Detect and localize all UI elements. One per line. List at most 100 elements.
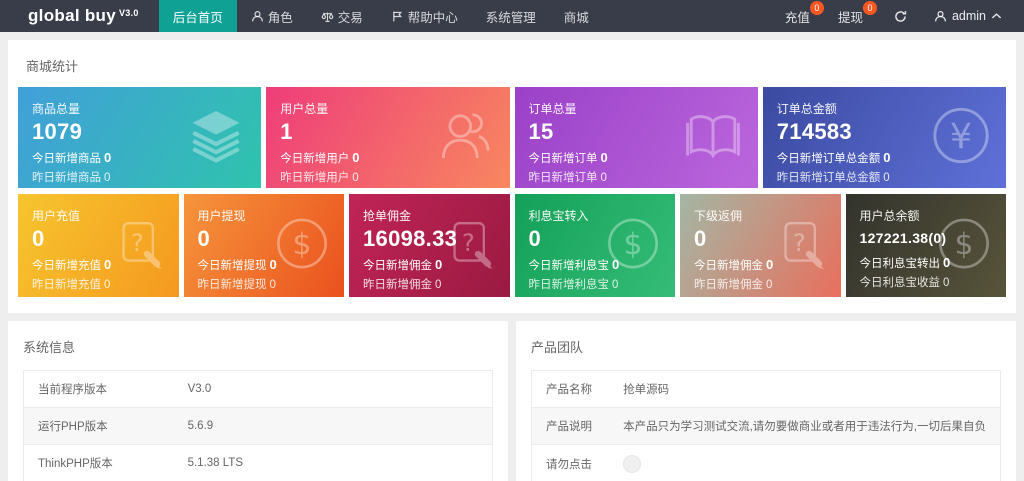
menu-item-label: 商城 <box>564 7 589 26</box>
withdraw-badge: 0 <box>863 1 877 15</box>
user-icon <box>934 10 947 23</box>
scales-icon <box>321 10 334 23</box>
stat-card-users-total: 用户总量 1 今日新增用户0 昨日新增用户0 <box>266 87 509 188</box>
dollar-circle-icon: $ <box>274 215 330 276</box>
flag-icon <box>391 10 404 23</box>
system-info-table: 当前程序版本 V3.0 运行PHP版本 5.6.9 ThinkPHP版本 5.1… <box>23 370 493 481</box>
menu-item-trade[interactable]: 交易 <box>307 0 377 32</box>
row-value: 5.6.9 <box>174 408 493 445</box>
stat-card-line-yesterday: 昨日新增利息宝0 <box>529 276 662 295</box>
table-row: 运行PHP版本 5.6.9 <box>24 408 493 445</box>
mall-stats-panel: 商城统计 商品总量 1079 今日新增商品0 昨日新增商品0 用户总量 1 今日… <box>8 40 1016 313</box>
table-row: 产品名称 抢单源码 <box>532 371 1001 408</box>
svg-text:?: ? <box>792 227 805 256</box>
row-label: 产品名称 <box>532 371 610 408</box>
section-title-mall-stats: 商城统计 <box>18 48 1006 87</box>
row-value <box>609 445 1000 481</box>
product-team-table: 产品名称 抢单源码 产品说明 本产品只为学习测试交流,请勿要做商业或者用于违法行… <box>531 370 1001 481</box>
stat-card-interest-transfer-in: 利息宝转入 0 今日新增利息宝0 昨日新增利息宝0 $ <box>515 194 676 297</box>
system-info-title: 系统信息 <box>23 329 493 370</box>
doc-question-icon: ? <box>444 216 496 275</box>
navbar-right: 充值 0 提现 0 admin <box>773 0 1024 32</box>
stats-row-2: 用户充值 0 今日新增充值0 昨日新增充值0 ? 用户提现 0 今日新增提现0 … <box>18 194 1006 297</box>
svg-text:?: ? <box>461 227 474 256</box>
svg-text:$: $ <box>624 227 643 262</box>
do-not-click-icon[interactable] <box>623 455 641 473</box>
book-icon <box>682 106 744 169</box>
users-icon <box>434 105 496 170</box>
stat-card-orders-total: 订单总量 15 今日新增订单0 昨日新增订单0 <box>515 87 758 188</box>
menu-item-dashboard[interactable]: 后台首页 <box>159 0 237 32</box>
main-menu: 后台首页 角色 交易 帮助中心 系统管理 商城 <box>159 0 603 32</box>
bottom-panels: 系统信息 当前程序版本 V3.0 运行PHP版本 5.6.9 ThinkPHP版… <box>8 321 1016 481</box>
svg-text:$: $ <box>955 227 974 262</box>
stat-card-line-yesterday: 昨日新增佣金0 <box>363 276 496 295</box>
row-label: 产品说明 <box>532 408 610 445</box>
table-row: 请勿点击 <box>532 445 1001 481</box>
row-label: 运行PHP版本 <box>24 408 174 445</box>
stat-card-order-amount-total: 订单总金额 714583 今日新增订单总金额0 昨日新增订单总金额0 ¥ <box>763 87 1006 188</box>
layers-icon <box>185 106 247 169</box>
row-label: 请勿点击 <box>532 445 610 481</box>
dollar-circle-icon: $ <box>936 215 992 276</box>
app-logo: global buy V3.0 <box>0 0 159 32</box>
row-value: 5.1.38 LTS <box>174 445 493 481</box>
refresh-icon <box>893 9 908 24</box>
stat-card-line-yesterday: 昨日新增订单总金额0 <box>777 169 992 188</box>
stat-card-line-yesterday: 昨日新增订单0 <box>529 169 744 188</box>
stat-card-line-yesterday: 昨日新增商品0 <box>32 169 247 188</box>
stat-card-line-yesterday: 今日利息宝收益0 <box>860 274 993 293</box>
username: admin <box>952 9 986 23</box>
recharge-badge: 0 <box>810 1 824 15</box>
top-navbar: global buy V3.0 后台首页 角色 交易 帮助中心 系统管理 商城 … <box>0 0 1024 32</box>
stat-card-user-total-balance: 用户总余额 127221.38(0) 今日利息宝转出0 今日利息宝收益0 $ <box>846 194 1007 297</box>
table-row: 产品说明 本产品只为学习测试交流,请勿要做商业或者用于违法行为,一切后果自负 <box>532 408 1001 445</box>
svg-text:?: ? <box>130 227 143 256</box>
stat-card-line-yesterday: 昨日新增充值0 <box>32 276 165 295</box>
menu-item-system-admin[interactable]: 系统管理 <box>472 0 550 32</box>
svg-text:¥: ¥ <box>950 117 972 157</box>
user-icon <box>251 10 264 23</box>
withdraw-label: 提现 <box>838 7 863 26</box>
menu-item-label: 角色 <box>268 7 293 26</box>
row-label: 当前程序版本 <box>24 371 174 408</box>
stat-card-line-yesterday: 昨日新增用户0 <box>280 169 495 188</box>
stat-card-products-total: 商品总量 1079 今日新增商品0 昨日新增商品0 <box>18 87 261 188</box>
product-team-title: 产品团队 <box>531 329 1001 370</box>
row-value: 抢单源码 <box>609 371 1000 408</box>
menu-item-label: 交易 <box>338 7 363 26</box>
menu-item-mall[interactable]: 商城 <box>550 0 603 32</box>
menu-item-roles[interactable]: 角色 <box>237 0 307 32</box>
doc-question-icon: ? <box>775 216 827 275</box>
stat-card-line-yesterday: 昨日新增佣金0 <box>694 276 827 295</box>
product-team-panel: 产品团队 产品名称 抢单源码 产品说明 本产品只为学习测试交流,请勿要做商业或者… <box>516 321 1016 481</box>
stat-card-user-withdraw: 用户提现 0 今日新增提现0 昨日新增提现0 $ <box>184 194 345 297</box>
doc-question-icon: ? <box>113 216 165 275</box>
dollar-circle-icon: $ <box>605 215 661 276</box>
app-logo-text: global buy <box>28 6 116 26</box>
menu-item-help-center[interactable]: 帮助中心 <box>377 0 472 32</box>
stat-card-user-recharge: 用户充值 0 今日新增充值0 昨日新增充值0 ? <box>18 194 179 297</box>
app-version: V3.0 <box>119 8 139 18</box>
chevron-up-icon <box>991 12 1002 20</box>
refresh-button[interactable] <box>879 0 922 32</box>
row-value: V3.0 <box>174 371 493 408</box>
recharge-label: 充值 <box>785 7 810 26</box>
table-row: ThinkPHP版本 5.1.38 LTS <box>24 445 493 481</box>
stat-card-grab-commission: 抢单佣金 16098.33 今日新增佣金0 昨日新增佣金0 ? <box>349 194 510 297</box>
menu-item-label: 系统管理 <box>486 7 536 26</box>
withdraw-button[interactable]: 提现 0 <box>826 0 879 32</box>
stats-row-1: 商品总量 1079 今日新增商品0 昨日新增商品0 用户总量 1 今日新增用户0… <box>18 87 1006 188</box>
stat-card-subordinate-rebate: 下级返佣 0 今日新增佣金0 昨日新增佣金0 ? <box>680 194 841 297</box>
stat-card-line-yesterday: 昨日新增提现0 <box>198 276 331 295</box>
menu-item-label: 帮助中心 <box>408 7 458 26</box>
system-info-panel: 系统信息 当前程序版本 V3.0 运行PHP版本 5.6.9 ThinkPHP版… <box>8 321 508 481</box>
recharge-button[interactable]: 充值 0 <box>773 0 826 32</box>
menu-item-label: 后台首页 <box>173 7 223 26</box>
row-label: ThinkPHP版本 <box>24 445 174 481</box>
svg-text:$: $ <box>293 227 312 262</box>
row-value: 本产品只为学习测试交流,请勿要做商业或者用于违法行为,一切后果自负 <box>609 408 1000 445</box>
user-menu[interactable]: admin <box>922 0 1024 32</box>
table-row: 当前程序版本 V3.0 <box>24 371 493 408</box>
yuan-circle-icon: ¥ <box>930 104 992 171</box>
